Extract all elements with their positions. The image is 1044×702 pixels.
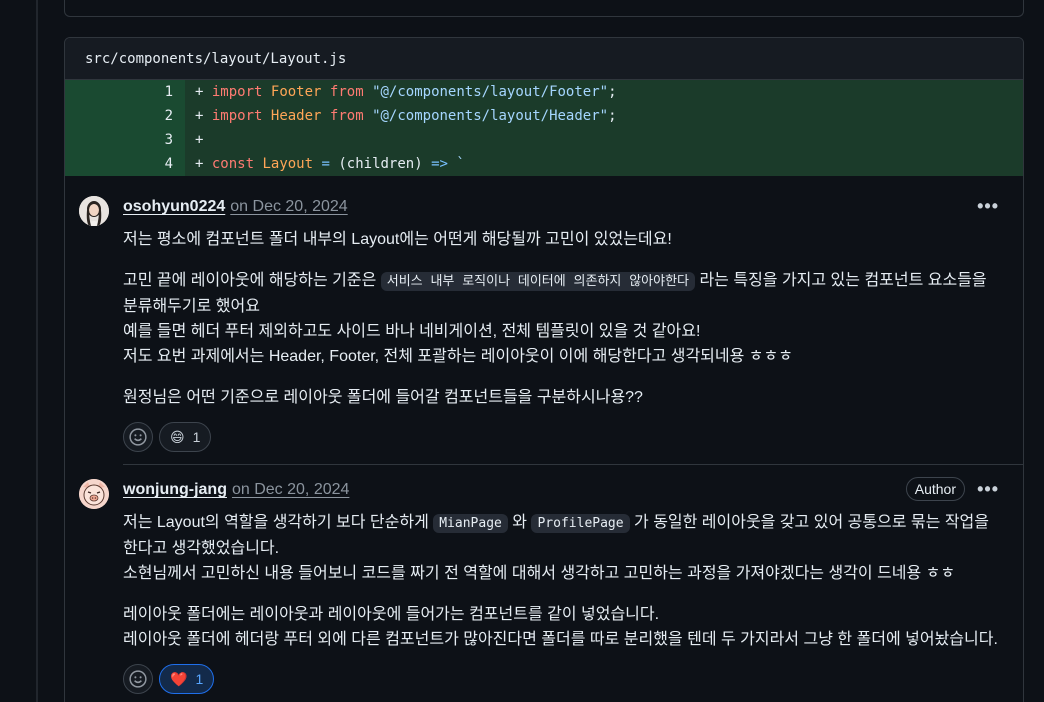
timeline-line: [36, 0, 38, 702]
reaction-pill[interactable]: 😄 1: [159, 422, 212, 452]
avatar[interactable]: [79, 196, 109, 226]
avatar[interactable]: [79, 479, 109, 509]
comment-header: osohyun0224 on Dec 20, 2024: [123, 196, 1023, 218]
inline-code: MianPage: [433, 514, 508, 533]
line-number[interactable]: 1: [65, 80, 185, 104]
diff-line: 1 + import Footer from "@/components/lay…: [65, 80, 1023, 104]
file-path-header[interactable]: src/components/layout/Layout.js: [65, 38, 1023, 80]
diff-line: 3 +: [65, 128, 1023, 152]
reaction-count: 1: [195, 671, 204, 687]
reactions-bar: 😄 1: [123, 422, 1023, 452]
smiley-icon: [129, 428, 147, 446]
code-text: + import Header from "@/components/layou…: [195, 108, 617, 124]
timestamp-link[interactable]: on Dec 20, 2024: [230, 198, 347, 216]
paragraph: 저는 평소에 컴포넌트 폴더 내부의 Layout에는 어떤게 해당될까 고민이…: [123, 231, 672, 248]
review-thread: src/components/layout/Layout.js 1 + impo…: [64, 37, 1024, 702]
code-text: +: [195, 132, 204, 148]
comment-header: wonjung-jang on Dec 20, 2024: [123, 479, 1023, 501]
line-number[interactable]: 4: [65, 152, 185, 176]
author-link[interactable]: osohyun0224: [123, 198, 225, 216]
reactions-bar: ❤️ 1: [123, 664, 1023, 694]
review-comment: osohyun0224 on Dec 20, 2024 ••• 저는 평소에 컴…: [65, 176, 1023, 465]
paragraph: 원정님은 어떤 기준으로 레이아웃 폴더에 들어갈 컴포넌트들을 구분하시나용?…: [123, 389, 643, 406]
code-text: + const Layout = (children) => `: [195, 156, 465, 172]
line-number[interactable]: 2: [65, 104, 185, 128]
add-reaction-button[interactable]: [123, 664, 153, 694]
line-number[interactable]: 3: [65, 128, 185, 152]
diff-line: 2 + import Header from "@/components/lay…: [65, 104, 1023, 128]
comment-body: 저는 평소에 컴포넌트 폴더 내부의 Layout에는 어떤게 해당될까 고민이…: [123, 227, 1023, 410]
diff-code-block: 1 + import Footer from "@/components/lay…: [65, 80, 1023, 176]
previous-comment-box: [64, 0, 1024, 17]
inline-code: 서비스 내부 로직이나 데이터에 의존하지 않아야한다: [380, 272, 696, 291]
kebab-icon[interactable]: •••: [977, 196, 999, 217]
code-text: + import Footer from "@/components/layou…: [195, 84, 617, 100]
timestamp-link[interactable]: on Dec 20, 2024: [232, 481, 349, 499]
paragraph: 저는 Layout의 역할을 생각하기 보다 단순하게 MianPage 와 P…: [123, 514, 989, 582]
author-link[interactable]: wonjung-jang: [123, 481, 227, 499]
file-path[interactable]: src/components/layout/Layout.js: [85, 51, 346, 67]
reaction-pill[interactable]: ❤️ 1: [159, 664, 215, 694]
heart-emoji-icon: ❤️: [170, 670, 188, 687]
paragraph: 고민 끝에 레이아웃에 해당하는 기준은 서비스 내부 로직이나 데이터에 의존…: [123, 272, 987, 365]
kebab-icon[interactable]: •••: [977, 479, 999, 500]
review-comment: wonjung-jang on Dec 20, 2024 ••• Author …: [65, 465, 1023, 694]
inline-code: ProfilePage: [531, 514, 630, 533]
avatar-pig-icon: [79, 479, 109, 509]
smiley-icon: [129, 670, 147, 688]
add-reaction-button[interactable]: [123, 422, 153, 452]
reaction-count: 1: [192, 429, 201, 445]
diff-line: 4 + const Layout = (children) => `: [65, 152, 1023, 176]
laugh-emoji-icon: 😄: [170, 428, 185, 445]
author-badge: Author: [905, 477, 965, 501]
paragraph: 레이아웃 폴더에는 레이아웃과 레이아웃에 들어가는 컴포넌트를 같이 넣었습니…: [123, 606, 998, 648]
comment-body: 저는 Layout의 역할을 생각하기 보다 단순하게 MianPage 와 P…: [123, 510, 1023, 652]
avatar-person-icon: [79, 196, 109, 226]
